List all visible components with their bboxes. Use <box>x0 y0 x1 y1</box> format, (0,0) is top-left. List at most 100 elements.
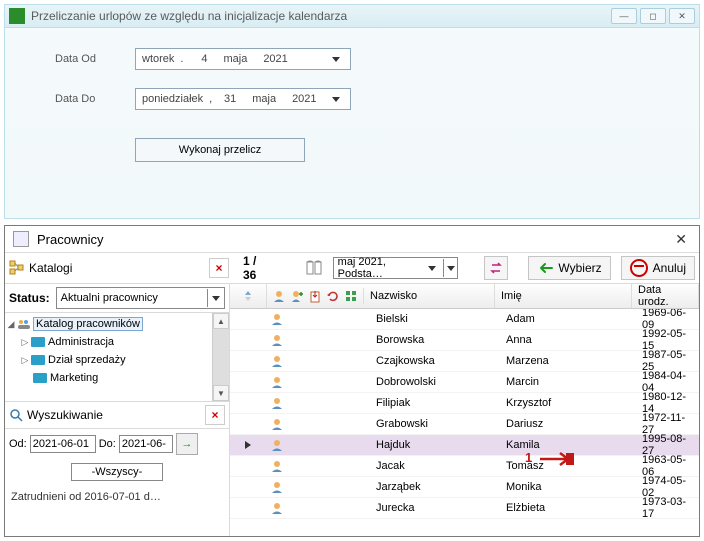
tree-root[interactable]: ◢ Katalog pracowników <box>5 315 211 333</box>
chevron-down-icon[interactable] <box>425 259 439 277</box>
person-icon <box>266 417 370 431</box>
expand-icon[interactable]: ▷ <box>19 355 31 366</box>
expand-icon[interactable]: ▷ <box>19 337 31 348</box>
table-row[interactable]: DobrowolskiMarcin1984-04-04 <box>230 372 699 393</box>
scroll-down-icon[interactable]: ▼ <box>213 385 229 401</box>
row-selector[interactable] <box>230 440 266 450</box>
table-row[interactable]: JacakTomasz1963-05-06 <box>230 456 699 477</box>
cell-imie: Dariusz <box>500 418 636 430</box>
chevron-down-icon[interactable] <box>207 289 224 307</box>
anuluj-button[interactable]: Anuluj <box>621 256 695 280</box>
cell-nazwisko: Bielski <box>370 313 500 325</box>
employees-titlebar: Pracownicy ✕ <box>5 226 699 253</box>
refresh-icon[interactable] <box>325 288 341 304</box>
swap-button[interactable] <box>484 256 508 280</box>
search-header: Wyszukiwanie × <box>5 402 229 429</box>
window-icon <box>13 231 29 247</box>
employees-window: Pracownicy ✕ Katalogi × 1 / 36 maj 2021,… <box>4 225 700 537</box>
table-row[interactable]: HajdukKamila1995-08-27 <box>230 435 699 456</box>
col-nazwisko[interactable]: Nazwisko <box>364 284 495 308</box>
table-row[interactable]: JarząbekMonika1974-05-02 <box>230 477 699 498</box>
recalc-titlebar: Przeliczanie urlopów ze względu na inicj… <box>5 5 699 28</box>
search-do-label: Do: <box>99 438 116 450</box>
date-to-picker[interactable]: poniedziałek,31maja2021 <box>135 88 351 110</box>
person-icon <box>266 501 370 515</box>
search-do-input[interactable] <box>119 435 173 453</box>
cell-imie: Elżbieta <box>500 502 636 514</box>
search-title: Wyszukiwanie <box>27 408 205 422</box>
table-row[interactable]: BorowskaAnna1992-05-15 <box>230 330 699 351</box>
cell-imie: Anna <box>500 334 636 346</box>
minimize-button[interactable]: — <box>611 8 637 24</box>
col-data-urodz[interactable]: Data urodz. <box>632 284 699 308</box>
date-from-picker[interactable]: wtorek.4maja2021 <box>135 48 351 70</box>
chevron-down-icon[interactable] <box>443 259 458 277</box>
search-go-button[interactable]: → <box>176 433 198 455</box>
wszyscy-chip[interactable]: -Wszyscy- <box>71 463 163 481</box>
tree-node[interactable]: Marketing <box>5 369 211 387</box>
book-icon[interactable] <box>305 259 323 277</box>
cell-nazwisko: Czajkowska <box>370 355 500 367</box>
cell-data: 1973-03-17 <box>636 496 699 520</box>
wybierz-button[interactable]: Wybierz <box>528 256 610 280</box>
book-icon <box>33 373 47 383</box>
execute-button[interactable]: Wykonaj przelicz <box>135 138 305 162</box>
period-combo[interactable]: maj 2021, Podsta… <box>333 257 459 279</box>
close-icon[interactable]: ✕ <box>671 231 691 248</box>
scroll-up-icon[interactable]: ▲ <box>213 313 229 329</box>
period-value: maj 2021, Podsta… <box>338 256 421 280</box>
status-label: Status: <box>9 291 50 305</box>
status-combo[interactable]: Aktualni pracownicy <box>56 287 225 309</box>
tree-node-label: Marketing <box>50 372 98 384</box>
sort-asc-icon[interactable] <box>240 288 256 304</box>
book-icon <box>31 337 45 347</box>
maximize-button[interactable]: ◻ <box>640 8 666 24</box>
tree-scrollbar[interactable]: ▲ ▼ <box>212 313 229 401</box>
employees-table: Nazwisko Imię Data urodz. 1 BielskiAdam1… <box>230 284 699 536</box>
export-icon[interactable] <box>307 288 323 304</box>
tree-node[interactable]: ▷ Dział sprzedaży <box>5 351 211 369</box>
cell-imie: Marzena <box>500 355 636 367</box>
tree-node[interactable]: ▷ Administracja <box>5 333 211 351</box>
pager-label: 1 / 36 <box>243 254 271 282</box>
recalc-window: Przeliczanie urlopów ze względu na inicj… <box>4 4 700 219</box>
table-body: 1 BielskiAdam1969-06-09BorowskaAnna1992-… <box>230 309 699 536</box>
people-icon <box>17 318 31 330</box>
cell-nazwisko: Hajduk <box>370 439 500 451</box>
no-entry-icon <box>630 259 648 277</box>
table-row[interactable]: JureckaElżbieta1973-03-17 <box>230 498 699 519</box>
table-header: Nazwisko Imię Data urodz. <box>230 284 699 309</box>
katalogi-close-button[interactable]: × <box>209 258 229 278</box>
cell-imie: Kamila <box>500 439 636 451</box>
collapse-icon[interactable]: ◢ <box>5 319 17 330</box>
add-person-icon[interactable] <box>289 288 305 304</box>
date-to-label: Data Do <box>55 93 135 105</box>
cell-nazwisko: Grabowski <box>370 418 500 430</box>
table-row[interactable]: FilipiakKrzysztof1980-12-14 <box>230 393 699 414</box>
tree-node-label: Administracja <box>48 336 114 348</box>
catalog-tree-icon <box>9 260 25 276</box>
zatrudnieni-line: Zatrudnieni od 2016-07-01 d… <box>5 487 229 507</box>
cell-nazwisko: Jacak <box>370 460 500 472</box>
search-close-button[interactable]: × <box>205 405 225 425</box>
date-from-label: Data Od <box>55 53 135 65</box>
cell-imie: Marcin <box>500 376 636 388</box>
person-icon <box>266 480 370 494</box>
person-header-icon[interactable] <box>271 288 287 304</box>
grid-icon[interactable] <box>343 288 359 304</box>
cell-imie: Tomasz <box>500 460 636 472</box>
tree-node-label: Dział sprzedaży <box>48 354 126 366</box>
close-button[interactable]: ✕ <box>669 8 695 24</box>
col-imie[interactable]: Imię <box>495 284 632 308</box>
table-row[interactable]: CzajkowskaMarzena1987-05-25 <box>230 351 699 372</box>
catalog-tree[interactable]: ◢ Katalog pracowników ▷ Administracja ▷ <box>5 313 229 402</box>
chevron-down-icon[interactable] <box>328 91 344 107</box>
search-icon <box>9 408 23 422</box>
table-row[interactable]: GrabowskiDariusz1972-11-27 <box>230 414 699 435</box>
cell-imie: Krzysztof <box>500 397 636 409</box>
chevron-down-icon[interactable] <box>328 51 344 67</box>
table-row[interactable]: BielskiAdam1969-06-09 <box>230 309 699 330</box>
cell-nazwisko: Borowska <box>370 334 500 346</box>
search-od-input[interactable] <box>30 435 96 453</box>
search-od-label: Od: <box>9 438 27 450</box>
